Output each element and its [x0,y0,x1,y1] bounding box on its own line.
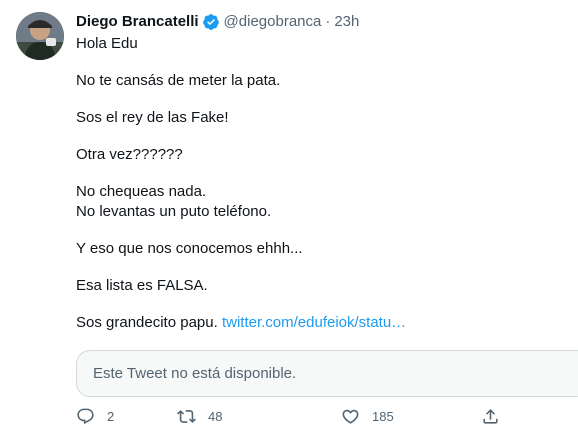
tweet-line: No chequeas nada. [76,183,207,200]
verified-badge-icon [202,13,220,31]
tweet-link[interactable]: twitter.com/edufeiok/statu… [222,314,406,331]
quoted-tweet-unavailable: Este Tweet no está disponible. [76,350,578,397]
tweet-line: No te cansás de meter la pata. [76,72,281,89]
retweet-button[interactable]: 48 [177,405,222,427]
tweet-timestamp[interactable]: 23h [334,12,359,32]
reply-count: 2 [107,408,115,424]
avatar[interactable] [16,12,64,60]
author-name[interactable]: Diego Brancatelli [76,12,199,32]
tweet-line: No levantas un puto teléfono. [76,203,272,220]
tweet-line: Y eso que nos conocemos ehhh... [76,240,303,257]
tweet-line: Hola Edu [76,35,138,52]
tweet-line: Esa lista es FALSA. [76,277,208,294]
share-button[interactable] [481,405,500,427]
unavailable-message: Este Tweet no está disponible. [93,365,297,382]
retweet-icon [177,409,196,423]
tweet-actions: 2 48 185 [76,405,516,427]
separator-dot: · [325,13,331,30]
reply-button[interactable]: 2 [76,405,114,427]
like-button[interactable]: 185 [341,405,394,427]
tweet-text: Hola Edu No te cansás de meter la pata. … [76,34,566,333]
like-count: 185 [372,408,394,424]
tweet-line: Sos grandecito papu. twitter.com/edufeio… [76,313,566,333]
tweet[interactable]: Diego Brancatelli @diegobranca · 23h Hol… [0,0,578,438]
heart-icon [342,409,359,424]
tweet-line-text: Sos grandecito papu. [76,314,222,331]
avatar-image [16,12,64,60]
tweet-line: Otra vez?????? [76,146,183,163]
tweet-header: Diego Brancatelli @diegobranca · 23h [76,12,359,32]
author-handle[interactable]: @diegobranca [224,12,322,32]
retweet-count: 48 [208,408,223,424]
share-icon [483,408,498,424]
reply-icon [77,408,94,424]
tweet-line: Sos el rey de las Fake! [76,109,229,126]
